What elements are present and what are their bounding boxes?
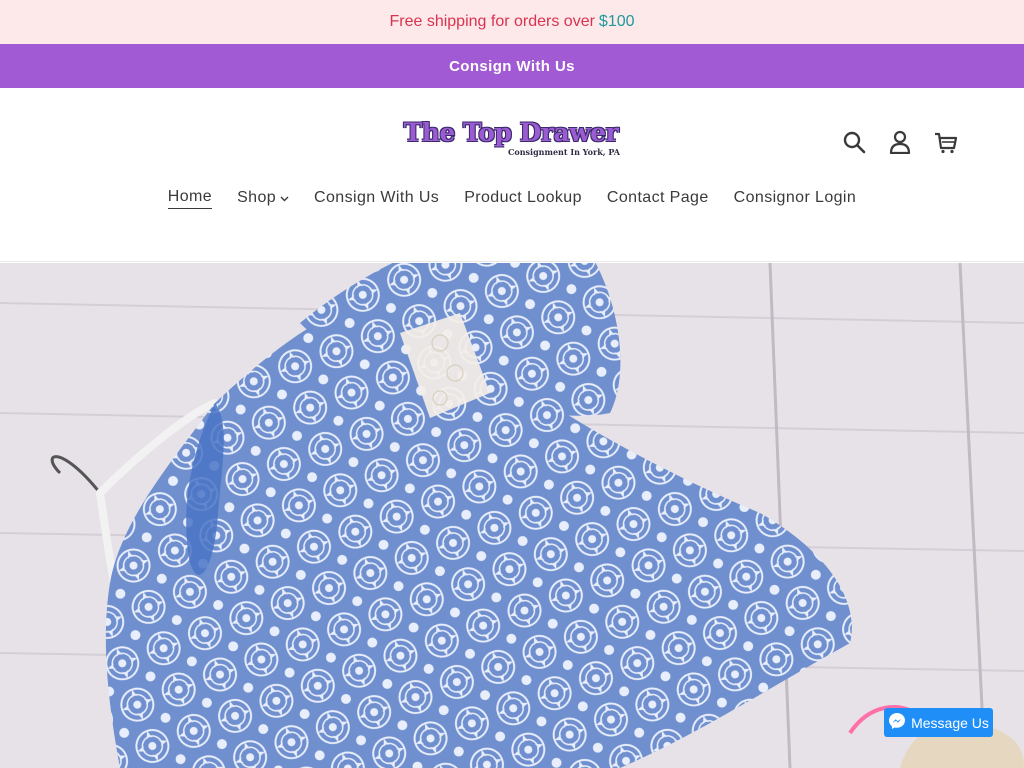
announcement-text: Free shipping for orders over bbox=[389, 13, 595, 30]
nav-label: Contact Page bbox=[606, 188, 709, 206]
site-logo[interactable]: The Top Drawer Consignment In York, PA bbox=[398, 120, 624, 162]
nav-item-home[interactable]: Home bbox=[167, 188, 213, 209]
header-icons bbox=[840, 128, 960, 156]
nav-item-consign[interactable]: Consign With Us bbox=[314, 188, 439, 209]
nav-item-contact[interactable]: Contact Page bbox=[607, 188, 709, 209]
nav-label: Home bbox=[167, 188, 213, 205]
nav-label: Shop bbox=[237, 188, 277, 206]
nav-item-shop[interactable]: Shop bbox=[237, 188, 289, 209]
search-icon[interactable] bbox=[840, 128, 868, 156]
messenger-icon bbox=[888, 712, 906, 733]
logo-subtitle: Consignment In York, PA bbox=[508, 147, 620, 157]
announcement-price: $100 bbox=[598, 13, 635, 30]
nav-item-product-lookup[interactable]: Product Lookup bbox=[464, 188, 582, 209]
nav-label: Consignor Login bbox=[733, 188, 857, 206]
messenger-label: Message Us bbox=[911, 714, 989, 731]
nav-label: Product Lookup bbox=[464, 188, 582, 206]
logo-title: The Top Drawer bbox=[403, 118, 619, 147]
announcement-bar: Free shipping for orders over $100 bbox=[0, 0, 1024, 44]
hero-image bbox=[0, 263, 1024, 768]
cart-icon[interactable] bbox=[932, 128, 960, 156]
main-nav: Home Shop Consign With Us Product Lookup… bbox=[0, 188, 1024, 209]
consign-banner-label: Consign With Us bbox=[449, 57, 575, 75]
nav-item-consignor-login[interactable]: Consignor Login bbox=[734, 188, 857, 209]
account-icon[interactable] bbox=[886, 128, 914, 156]
site-header: The Top Drawer Consignment In York, PA H… bbox=[0, 88, 1024, 262]
messenger-button[interactable]: Message Us bbox=[884, 708, 993, 737]
nav-label: Consign With Us bbox=[314, 188, 440, 206]
chevron-down-icon bbox=[280, 193, 289, 205]
consign-banner-link[interactable]: Consign With Us bbox=[0, 44, 1024, 88]
